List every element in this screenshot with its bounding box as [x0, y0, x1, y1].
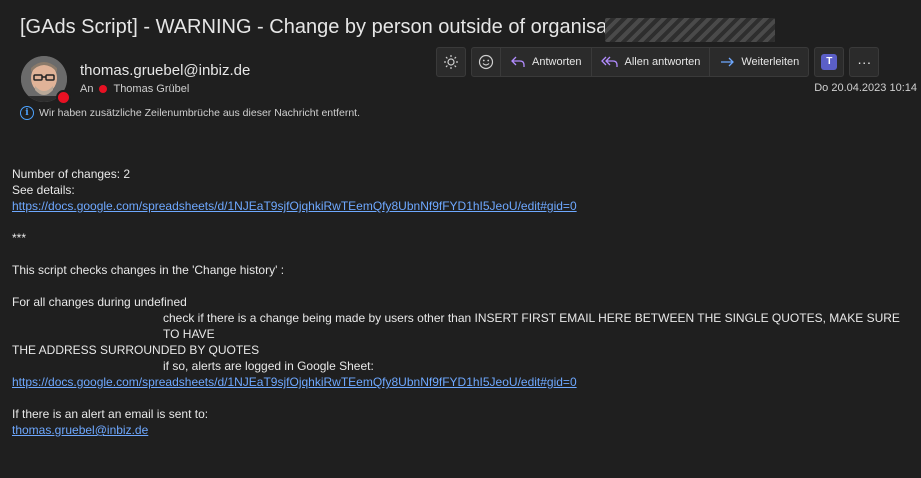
forward-label: Weiterleiten [741, 56, 800, 68]
more-icon: ··· [857, 54, 872, 70]
recipient-row: An Thomas Grübel [80, 83, 189, 95]
message-body: Number of changes: 2 See details: https:… [12, 166, 912, 438]
body-line: Number of changes: 2 [12, 167, 131, 181]
email-link[interactable]: thomas.gruebel@inbiz.de [12, 423, 148, 437]
sun-icon[interactable] [437, 48, 465, 76]
forward-icon [721, 57, 735, 67]
reply-all-button[interactable]: Allen antworten [590, 48, 710, 76]
body-line: if so, alerts are logged in Google Sheet… [163, 359, 374, 373]
teams-icon: T [821, 54, 838, 70]
info-banner: i Wir haben zusätzliche Zeilenumbrüche a… [20, 106, 360, 120]
teams-group: T [814, 47, 845, 77]
recipient-presence-icon [99, 85, 108, 93]
body-line: check if there is a change being made by… [163, 311, 900, 341]
more-options-button[interactable]: ··· [850, 48, 878, 76]
reply-label: Antworten [532, 56, 582, 68]
forward-button[interactable]: Weiterleiten [709, 48, 808, 76]
to-label: An [80, 83, 94, 95]
info-text[interactable]: Wir haben zusätzliche Zeilenumbrüche aus… [39, 107, 360, 119]
more-group: ··· [849, 47, 880, 77]
message-window: [GAds Script] - WARNING - Change by pers… [0, 0, 921, 478]
message-toolbar: Antworten Allen antworten Weiterleiten T… [436, 47, 880, 77]
body-line: If there is an alert an email is sent to… [12, 407, 209, 421]
message-subject: [GAds Script] - WARNING - Change by pers… [20, 16, 651, 38]
message-date: Do 20.04.2023 10:14 [814, 82, 917, 94]
view-tools-group [436, 47, 466, 77]
recipient-name[interactable]: Thomas Grübel [113, 83, 189, 95]
spreadsheet-link[interactable]: https://docs.google.com/spreadsheets/d/1… [12, 375, 577, 389]
presence-busy-icon [56, 90, 71, 105]
body-line: This script checks changes in the 'Chang… [12, 263, 285, 277]
reply-all-icon [600, 56, 618, 67]
body-line: For all changes during undefined [12, 295, 187, 309]
reply-icon [511, 56, 525, 67]
reply-actions-group: Antworten Allen antworten Weiterleiten [471, 47, 810, 77]
redacted-subject-part [605, 18, 775, 42]
reply-button[interactable]: Antworten [500, 48, 591, 76]
body-line: THE ADDRESS SURROUNDED BY QUOTES [12, 343, 260, 357]
reply-all-label: Allen antworten [624, 56, 701, 68]
spreadsheet-link[interactable]: https://docs.google.com/spreadsheets/d/1… [12, 199, 577, 213]
body-separator: *** [12, 231, 27, 245]
teams-button[interactable]: T [815, 48, 843, 76]
emoji-icon[interactable] [472, 48, 500, 76]
info-icon[interactable]: i [20, 106, 34, 120]
body-line: See details: [12, 183, 75, 197]
sender-address[interactable]: thomas.gruebel@inbiz.de [80, 62, 250, 79]
